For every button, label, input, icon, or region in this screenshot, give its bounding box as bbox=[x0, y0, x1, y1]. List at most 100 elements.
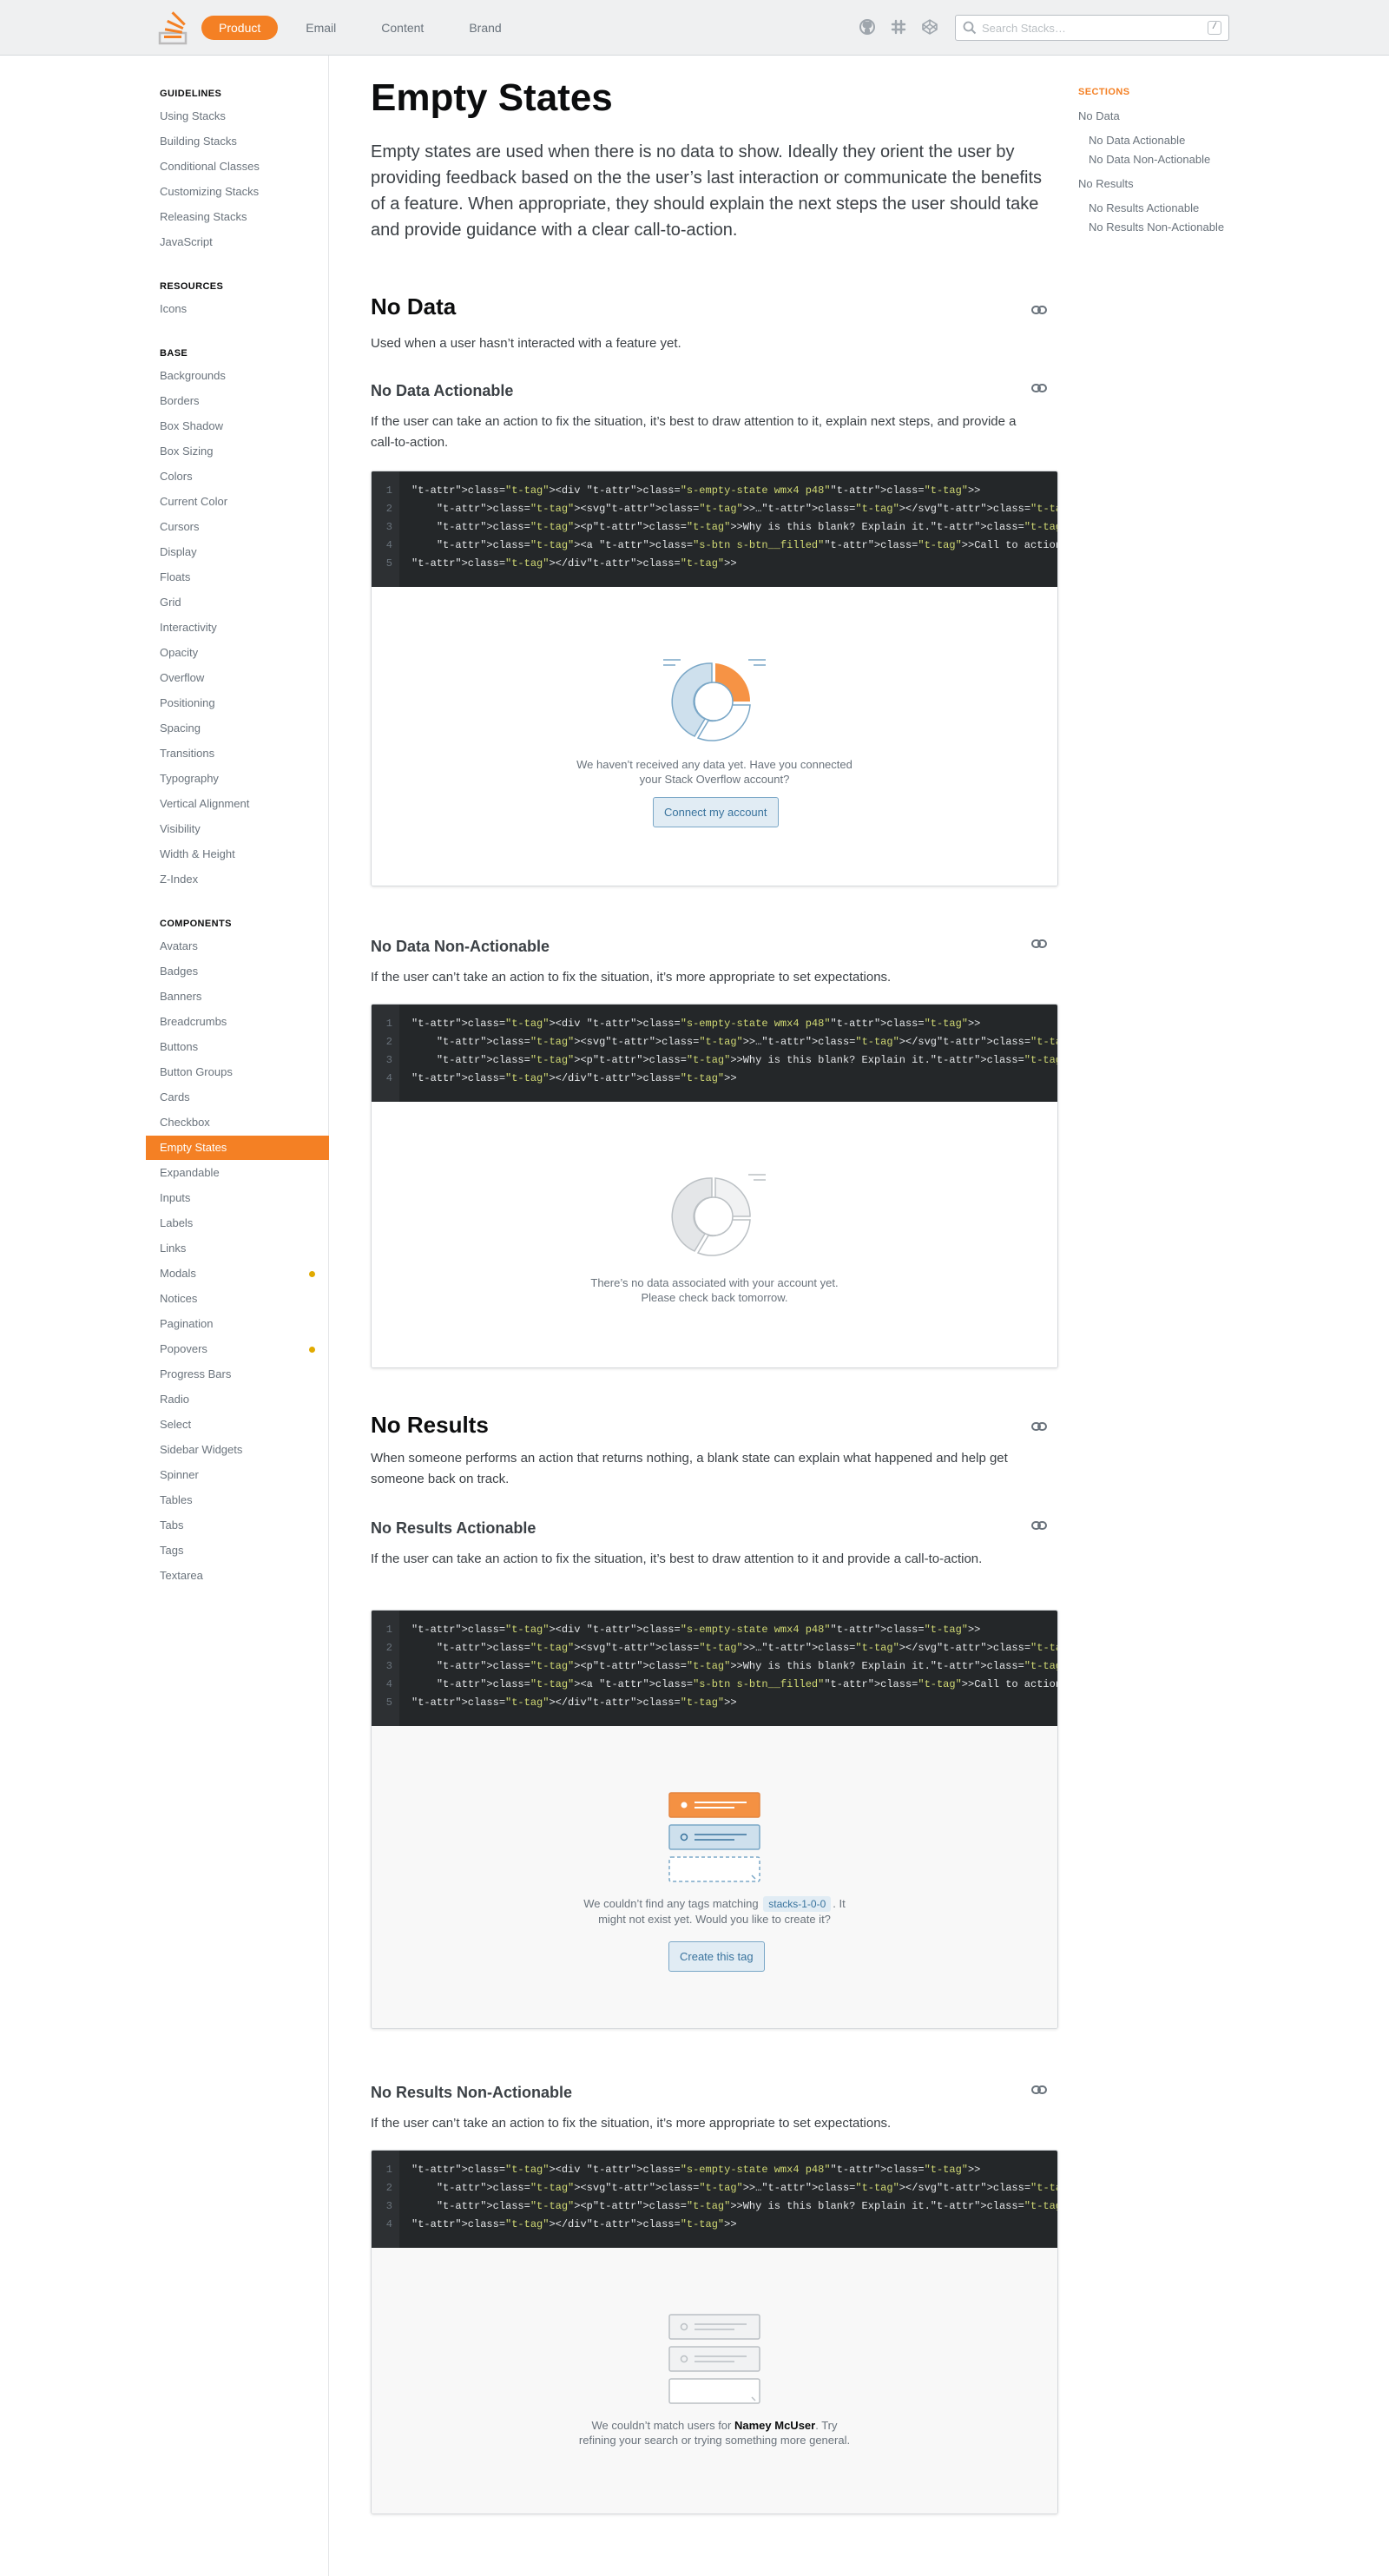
sidebar-item-typography[interactable]: Typography bbox=[146, 767, 329, 791]
nav-email[interactable]: Email bbox=[288, 16, 353, 40]
code-text: "t-attr">class="t-tag"><svg"t-attr">clas… bbox=[436, 1642, 1057, 1654]
sidebar-item-tags[interactable]: Tags bbox=[146, 1538, 329, 1563]
sidebar-item-customizing-stacks[interactable]: Customizing Stacks bbox=[146, 180, 329, 204]
sidebar-item-colors[interactable]: Colors bbox=[146, 464, 329, 489]
sidebar-item-floats[interactable]: Floats bbox=[146, 565, 329, 590]
sidebar-item-cursors[interactable]: Cursors bbox=[146, 515, 329, 539]
slack-icon[interactable] bbox=[889, 17, 908, 36]
sidebar-item-releasing-stacks[interactable]: Releasing Stacks bbox=[146, 205, 329, 229]
link-icon[interactable] bbox=[1030, 938, 1048, 950]
toc-item-no-data-non-actionable[interactable]: No Data Non-Actionable bbox=[1089, 153, 1210, 166]
code-line: 1 "t-attr">class="t-tag"><div "t-attr">cl… bbox=[372, 1621, 1057, 1639]
toc-item-no-results-actionable[interactable]: No Results Actionable bbox=[1089, 201, 1199, 214]
top-bar: Product Email Content Brand / bbox=[0, 0, 1389, 56]
example-no-results-actionable: 1 "t-attr">class="t-tag"><div "t-attr">cl… bbox=[371, 1610, 1058, 2029]
sidebar-item-transitions[interactable]: Transitions bbox=[146, 741, 329, 766]
link-icon[interactable] bbox=[1030, 382, 1048, 394]
sidebar-item-grid[interactable]: Grid bbox=[146, 590, 329, 615]
sidebar-item-inputs[interactable]: Inputs bbox=[146, 1186, 329, 1210]
sidebar-item-modals[interactable]: Modals bbox=[146, 1262, 329, 1286]
sidebar-item-label: Customizing Stacks bbox=[160, 185, 260, 198]
stacks-logo-icon[interactable] bbox=[158, 10, 188, 45]
sidebar-item-buttons[interactable]: Buttons bbox=[146, 1035, 329, 1059]
toc-item-no-results-non-actionable[interactable]: No Results Non-Actionable bbox=[1089, 221, 1224, 234]
sidebar-item-label: Expandable bbox=[160, 1166, 220, 1179]
sidebar-item-display[interactable]: Display bbox=[146, 540, 329, 564]
code-text: "t-attr">class="t-tag"><p"t-attr">class=… bbox=[436, 1660, 1057, 1672]
sidebar-item-pagination[interactable]: Pagination bbox=[146, 1312, 329, 1336]
code-text: "t-attr">class="t-tag"><p"t-attr">class=… bbox=[436, 1054, 1057, 1066]
sidebar-item-banners[interactable]: Banners bbox=[146, 985, 329, 1009]
sidebar-item-tabs[interactable]: Tabs bbox=[146, 1513, 329, 1538]
sidebar-item-tables[interactable]: Tables bbox=[146, 1488, 329, 1512]
sidebar-item-label: Overflow bbox=[160, 671, 205, 684]
sidebar-item-box-shadow[interactable]: Box Shadow bbox=[146, 414, 329, 438]
sidebar-item-positioning[interactable]: Positioning bbox=[146, 691, 329, 715]
sidebar-item-interactivity[interactable]: Interactivity bbox=[146, 616, 329, 640]
sidebar-item-current-color[interactable]: Current Color bbox=[146, 490, 329, 514]
sidebar-item-expandable[interactable]: Expandable bbox=[146, 1161, 329, 1185]
code-line: 2 "t-attr">class="t-tag"><svg"t-attr">cl… bbox=[372, 2179, 1057, 2197]
toc-item-no-data-actionable[interactable]: No Data Actionable bbox=[1089, 134, 1185, 147]
sidebar-item-width-height[interactable]: Width & Height bbox=[146, 842, 329, 866]
sidebar-item-links[interactable]: Links bbox=[146, 1236, 329, 1261]
sidebar-item-labels[interactable]: Labels bbox=[146, 1211, 329, 1235]
connect-account-button[interactable]: Connect my account bbox=[653, 797, 779, 827]
sidebar-item-empty-states[interactable]: Empty States bbox=[146, 1136, 329, 1160]
line-number: 1 bbox=[385, 2164, 392, 2176]
sidebar-item-box-sizing[interactable]: Box Sizing bbox=[146, 439, 329, 464]
sidebar-item-label: Typography bbox=[160, 772, 219, 785]
sidebar-item-progress-bars[interactable]: Progress Bars bbox=[146, 1362, 329, 1387]
sidebar-item-notices[interactable]: Notices bbox=[146, 1287, 329, 1311]
sidebar-item-badges[interactable]: Badges bbox=[146, 959, 329, 984]
link-icon[interactable] bbox=[1030, 1420, 1048, 1433]
search-box[interactable]: / bbox=[955, 15, 1229, 41]
nav-brand[interactable]: Brand bbox=[451, 16, 518, 40]
sidebar-item-popovers[interactable]: Popovers bbox=[146, 1337, 329, 1361]
sidebar-item-sidebar-widgets[interactable]: Sidebar Widgets bbox=[146, 1438, 329, 1462]
sidebar-item-breadcrumbs[interactable]: Breadcrumbs bbox=[146, 1010, 329, 1034]
link-icon[interactable] bbox=[1030, 2084, 1048, 2096]
code-block[interactable]: 1 "t-attr">class="t-tag"><div "t-attr">cl… bbox=[372, 471, 1057, 587]
chart-illustration-icon bbox=[671, 1174, 766, 1256]
sidebar-item-spacing[interactable]: Spacing bbox=[146, 716, 329, 741]
sidebar-item-icons[interactable]: Icons bbox=[146, 297, 329, 321]
code-block[interactable]: 1 "t-attr">class="t-tag"><div "t-attr">cl… bbox=[372, 1611, 1057, 1726]
nav-content[interactable]: Content bbox=[364, 16, 441, 40]
link-icon[interactable] bbox=[1030, 1519, 1048, 1532]
sidebar-item-select[interactable]: Select bbox=[146, 1413, 329, 1437]
sidebar-item-textarea[interactable]: Textarea bbox=[146, 1564, 329, 1588]
example-no-results-non-actionable: 1 "t-attr">class="t-tag"><div "t-attr">cl… bbox=[371, 2150, 1058, 2514]
toc-item-no-data[interactable]: No Data bbox=[1078, 109, 1120, 122]
sidebar-item-visibility[interactable]: Visibility bbox=[146, 817, 329, 841]
sidebar-item-building-stacks[interactable]: Building Stacks bbox=[146, 129, 329, 154]
sidebar-item-borders[interactable]: Borders bbox=[146, 389, 329, 413]
link-icon[interactable] bbox=[1030, 304, 1048, 316]
search-input[interactable] bbox=[982, 20, 1190, 36]
sidebar-item-vertical-alignment[interactable]: Vertical Alignment bbox=[146, 792, 329, 816]
sidebar-item-radio[interactable]: Radio bbox=[146, 1387, 329, 1412]
sidebar-item-using-stacks[interactable]: Using Stacks bbox=[146, 104, 329, 128]
sidebar-item-label: Cursors bbox=[160, 520, 200, 533]
sidebar-item-conditional-classes[interactable]: Conditional Classes bbox=[146, 155, 329, 179]
codepen-icon[interactable] bbox=[920, 17, 939, 36]
code-block[interactable]: 1 "t-attr">class="t-tag"><div "t-attr">cl… bbox=[372, 1005, 1057, 1102]
tag-chip[interactable]: stacks-1-0-0 bbox=[763, 1896, 832, 1912]
sidebar-item-cards[interactable]: Cards bbox=[146, 1085, 329, 1110]
github-icon[interactable] bbox=[858, 17, 877, 36]
sidebar-item-avatars[interactable]: Avatars bbox=[146, 934, 329, 959]
sidebar-item-overflow[interactable]: Overflow bbox=[146, 666, 329, 690]
toc-item-no-results[interactable]: No Results bbox=[1078, 177, 1134, 190]
sidebar-item-backgrounds[interactable]: Backgrounds bbox=[146, 364, 329, 388]
sidebar-item-javascript[interactable]: JavaScript bbox=[146, 230, 329, 254]
sidebar-item-checkbox[interactable]: Checkbox bbox=[146, 1110, 329, 1135]
sidebar-item-z-index[interactable]: Z-Index bbox=[146, 867, 329, 892]
create-tag-button[interactable]: Create this tag bbox=[668, 1941, 765, 1972]
line-number: 2 bbox=[385, 503, 392, 515]
nav-product[interactable]: Product bbox=[201, 16, 279, 40]
sidebar-item-opacity[interactable]: Opacity bbox=[146, 641, 329, 665]
code-text: "t-attr">class="t-tag"><a "t-attr">class… bbox=[436, 539, 1058, 551]
sidebar-item-spinner[interactable]: Spinner bbox=[146, 1463, 329, 1487]
sidebar-item-button-groups[interactable]: Button Groups bbox=[146, 1060, 329, 1084]
code-block[interactable]: 1 "t-attr">class="t-tag"><div "t-attr">cl… bbox=[372, 2151, 1057, 2248]
